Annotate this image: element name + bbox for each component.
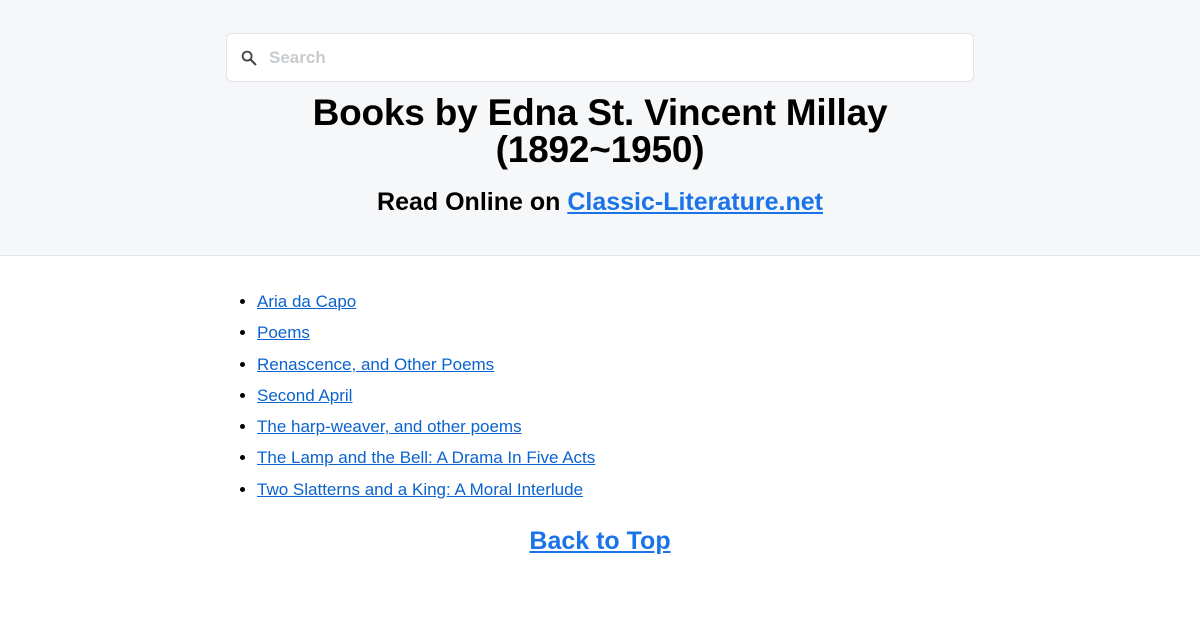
subtitle-prefix: Read Online on <box>377 188 568 216</box>
site-link[interactable]: Classic-Literature.net <box>567 188 823 216</box>
search-input[interactable] <box>269 34 959 81</box>
back-to-top-link[interactable]: Back to Top <box>529 527 670 555</box>
back-to-top-container: Back to Top <box>0 524 1200 558</box>
list-item: Second April <box>257 380 595 411</box>
page-header: Books by Edna St. Vincent Millay (1892~1… <box>0 0 1200 256</box>
subtitle: Read Online on Classic-Literature.net <box>0 187 1200 217</box>
page-title-line2: (1892~1950) <box>495 129 705 170</box>
book-link[interactable]: The harp-weaver, and other poems <box>257 417 522 436</box>
page-title-line1: Books by Edna St. Vincent Millay <box>312 92 888 133</box>
book-link[interactable]: Second April <box>257 386 352 405</box>
search-icon <box>241 50 257 66</box>
list-item: Poems <box>257 317 595 348</box>
list-item: Renascence, and Other Poems <box>257 349 595 380</box>
book-link[interactable]: The Lamp and the Bell: A Drama In Five A… <box>257 448 595 467</box>
search-box[interactable] <box>226 33 974 82</box>
book-link[interactable]: Poems <box>257 323 310 342</box>
list-item: The Lamp and the Bell: A Drama In Five A… <box>257 442 595 473</box>
list-item: The harp-weaver, and other poems <box>257 411 595 442</box>
list-item: Two Slatterns and a King: A Moral Interl… <box>257 474 595 505</box>
book-link[interactable]: Renascence, and Other Poems <box>257 355 494 374</box>
book-link[interactable]: Aria da Capo <box>257 292 356 311</box>
list-item: Aria da Capo <box>257 286 595 317</box>
book-list: Aria da Capo Poems Renascence, and Other… <box>257 286 595 505</box>
book-link[interactable]: Two Slatterns and a King: A Moral Interl… <box>257 480 583 499</box>
page-title: Books by Edna St. Vincent Millay (1892~1… <box>0 94 1200 168</box>
